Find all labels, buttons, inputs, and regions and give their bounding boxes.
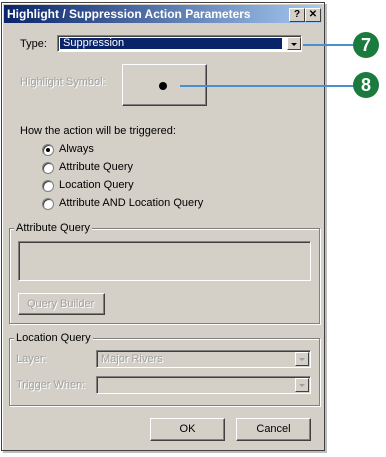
help-button[interactable]: ?	[289, 8, 305, 22]
dialog-window: Highlight / Suppression Action Parameter…	[1, 2, 325, 451]
radio-selected-dot	[46, 148, 50, 152]
layer-select[interactable]: Major Rivers	[96, 350, 311, 368]
chevron-down-icon	[299, 358, 305, 361]
close-button[interactable]: ✕	[305, 8, 321, 22]
cancel-button[interactable]: Cancel	[236, 418, 311, 441]
trigger-heading: How the action will be triggered:	[20, 125, 176, 137]
layer-select-value: Major Rivers	[101, 353, 163, 365]
radio-location-query[interactable]	[42, 180, 54, 192]
radio-attribute-query-label: Attribute Query	[59, 161, 133, 173]
callout-line-8	[180, 85, 355, 87]
trigger-when-select[interactable]	[96, 376, 311, 394]
attribute-query-textarea[interactable]	[18, 241, 311, 281]
radio-location-query-label: Location Query	[59, 179, 134, 191]
type-select-value: Suppression	[63, 37, 125, 49]
chevron-down-icon	[291, 43, 297, 46]
ok-button[interactable]: OK	[150, 418, 225, 441]
dialog-title: Highlight / Suppression Action Parameter…	[7, 7, 251, 21]
attribute-query-title: Attribute Query	[14, 222, 92, 234]
type-select[interactable]: Suppression	[57, 35, 302, 52]
type-label: Type:	[20, 38, 47, 50]
radio-always-label: Always	[59, 143, 94, 155]
title-bar[interactable]: Highlight / Suppression Action Parameter…	[4, 5, 322, 23]
trigger-when-dropdown-button[interactable]	[295, 378, 309, 392]
query-builder-label: Query Builder	[27, 298, 95, 310]
radio-attribute-and-location[interactable]	[42, 198, 54, 210]
trigger-when-label: Trigger When:	[16, 379, 86, 391]
callout-7: 7	[353, 32, 379, 58]
query-builder-button[interactable]: Query Builder	[18, 293, 105, 315]
location-query-group: Location Query Layer: Major Rivers Trigg…	[9, 332, 320, 406]
callout-8: 8	[353, 72, 379, 98]
radio-always[interactable]	[42, 144, 54, 156]
highlight-symbol-label: Highlight Symbol:	[20, 76, 106, 88]
callout-line-7	[303, 44, 355, 46]
chevron-down-icon	[299, 384, 305, 387]
type-dropdown-button[interactable]	[287, 37, 301, 50]
radio-attribute-query[interactable]	[42, 162, 54, 174]
attribute-query-group: Attribute Query Query Builder	[9, 222, 320, 324]
layer-label: Layer:	[16, 353, 47, 365]
point-symbol-icon	[159, 82, 167, 90]
radio-attribute-and-location-label: Attribute AND Location Query	[59, 197, 204, 209]
location-query-title: Location Query	[14, 332, 93, 344]
layer-dropdown-button[interactable]	[295, 352, 309, 366]
